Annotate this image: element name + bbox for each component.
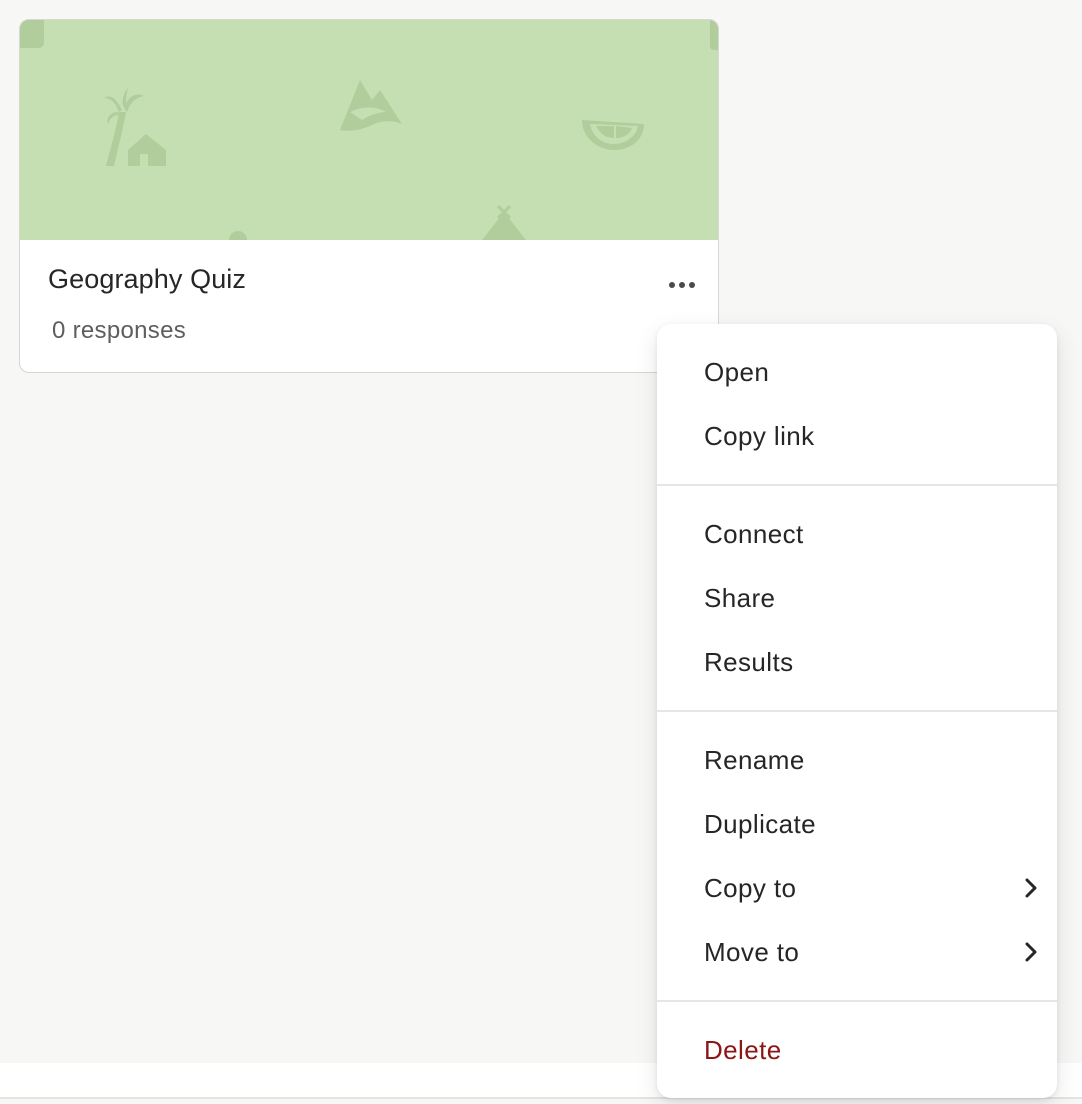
menu-item-delete[interactable]: Delete [657,1022,1057,1078]
palm-house-icon [104,88,166,166]
menu-item-results[interactable]: Results [657,634,1057,690]
chevron-right-icon [1025,942,1037,962]
menu-item-move-to[interactable]: Move to [657,924,1057,980]
form-title[interactable]: Geography Quiz [48,264,246,295]
form-card[interactable]: Geography Quiz 0 responses [19,19,719,373]
mountain-icon [340,80,402,131]
dot-icon [229,231,247,240]
form-context-menu: Open Copy link Connect Share Results Ren… [657,324,1057,1098]
menu-item-copy-to[interactable]: Copy to [657,860,1057,916]
workspace-page: Geography Quiz 0 responses Open Copy lin… [0,0,1082,1104]
menu-item-share[interactable]: Share [657,570,1057,626]
ellipsis-icon [669,282,695,288]
menu-item-duplicate[interactable]: Duplicate [657,796,1057,852]
corner-shape-icon [20,20,44,48]
menu-item-label: Move to [704,936,800,967]
menu-item-connect[interactable]: Connect [657,506,1057,562]
menu-divider [657,1000,1057,1002]
corner-shape-icon [710,20,718,50]
menu-item-open[interactable]: Open [657,344,1057,400]
menu-divider [657,484,1057,486]
menu-item-label: Copy to [704,872,797,903]
menu-item-copy-link[interactable]: Copy link [657,408,1057,464]
more-options-button[interactable] [660,270,704,300]
menu-divider [657,710,1057,712]
chevron-right-icon [1025,878,1037,898]
response-count: 0 responses [52,317,187,344]
tent-icon [482,204,526,240]
menu-item-rename[interactable]: Rename [657,732,1057,788]
citrus-slice-icon [582,120,644,150]
form-thumbnail[interactable] [20,20,718,240]
thumbnail-pattern [20,20,718,240]
